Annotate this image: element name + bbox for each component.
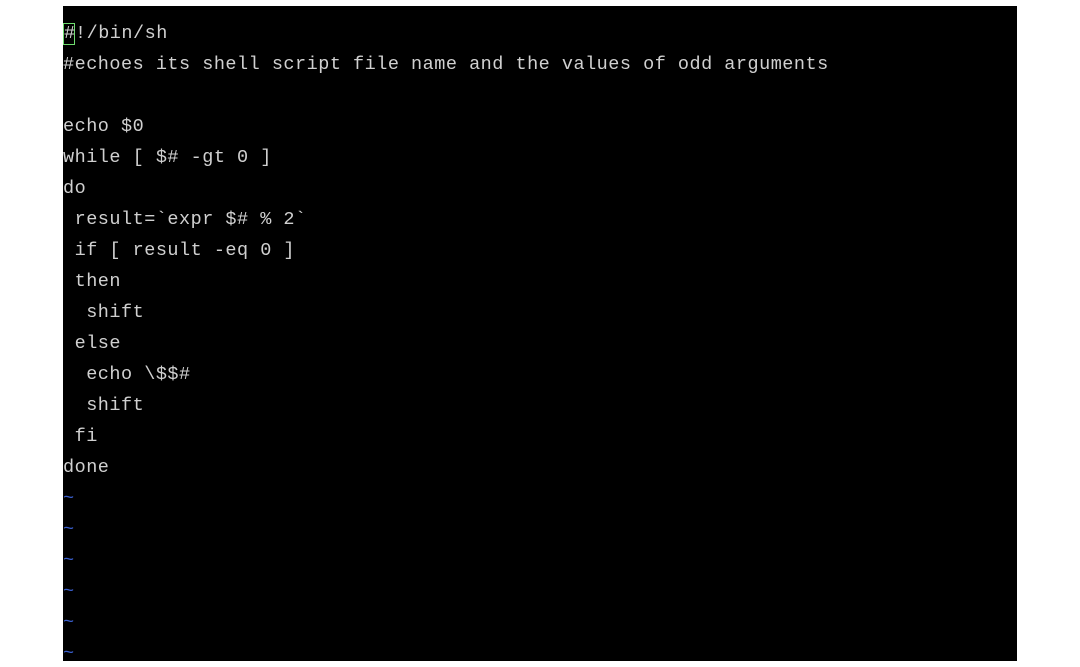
code-line[interactable]: echo $0 bbox=[63, 111, 1017, 142]
terminal-window[interactable]: #!/bin/sh#echoes its shell script file n… bbox=[63, 6, 1017, 661]
empty-line-tilde: ~ bbox=[63, 514, 1017, 545]
empty-line-tilde: ~ bbox=[63, 607, 1017, 638]
code-line[interactable]: result=`expr $# % 2` bbox=[63, 204, 1017, 235]
code-line[interactable]: #!/bin/sh bbox=[63, 18, 1017, 49]
code-line[interactable]: if [ result -eq 0 ] bbox=[63, 235, 1017, 266]
code-line[interactable]: shift bbox=[63, 390, 1017, 421]
code-line[interactable]: shift bbox=[63, 297, 1017, 328]
empty-line-tilde: ~ bbox=[63, 576, 1017, 607]
empty-line-tilde: ~ bbox=[63, 545, 1017, 576]
code-line[interactable] bbox=[63, 80, 1017, 111]
code-line[interactable]: echo \$$# bbox=[63, 359, 1017, 390]
editor-content[interactable]: #!/bin/sh#echoes its shell script file n… bbox=[63, 18, 1017, 661]
empty-line-tilde: ~ bbox=[63, 638, 1017, 661]
code-line[interactable]: then bbox=[63, 266, 1017, 297]
code-line[interactable]: while [ $# -gt 0 ] bbox=[63, 142, 1017, 173]
code-text: !/bin/sh bbox=[75, 18, 168, 49]
cursor: # bbox=[63, 23, 75, 45]
code-line[interactable]: done bbox=[63, 452, 1017, 483]
code-line[interactable]: fi bbox=[63, 421, 1017, 452]
empty-line-tilde: ~ bbox=[63, 483, 1017, 514]
code-line[interactable]: #echoes its shell script file name and t… bbox=[63, 49, 1017, 80]
code-line[interactable]: do bbox=[63, 173, 1017, 204]
code-line[interactable]: else bbox=[63, 328, 1017, 359]
